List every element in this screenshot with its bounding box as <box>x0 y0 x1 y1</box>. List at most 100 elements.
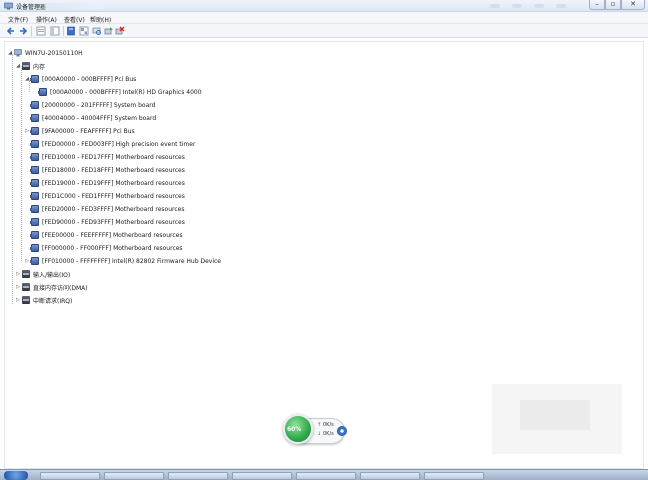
menu-file[interactable]: 文件(F) <box>8 15 28 24</box>
device-manager-icon <box>4 2 13 10</box>
expand-arrow-icon[interactable]: ▷ <box>15 297 21 303</box>
tree-item[interactable]: [FED20000 - FED3FFFF] Motherboard resour… <box>30 204 185 214</box>
dma-icon <box>22 283 30 291</box>
toolbar <box>0 24 648 38</box>
expand-arrow-icon[interactable]: ▷ <box>15 271 21 277</box>
download-speed: 0K/s <box>323 431 334 437</box>
close-icon: ✕ <box>630 0 636 8</box>
minimize-button[interactable]: – <box>589 0 605 10</box>
tree-item-label: [40004000 - 40004FFF] System board <box>42 114 157 122</box>
forward-arrow-icon[interactable] <box>18 26 28 36</box>
device-icon <box>30 166 39 174</box>
grid-view-icon[interactable] <box>79 26 89 36</box>
menu-help[interactable]: 帮助(H) <box>90 15 111 24</box>
computer-icon <box>14 49 22 57</box>
tree-item[interactable]: [FED18000 - FED18FFF] Motherboard resour… <box>30 165 185 175</box>
title-blur <box>44 3 104 9</box>
tree-item-label: [000A0000 - 000BFFFF] Intel(R) HD Graphi… <box>50 88 202 96</box>
tree-guide <box>12 54 13 304</box>
collapse-arrow-icon[interactable]: ◢ <box>15 63 21 69</box>
device-icon <box>30 101 39 109</box>
title-decor <box>534 4 544 8</box>
menu-action[interactable]: 操作(A) <box>36 15 57 24</box>
menu-view[interactable]: 查看(V) <box>64 15 85 24</box>
download-arrow-icon: ↓ <box>317 431 322 437</box>
toolbar-separator <box>31 26 32 36</box>
memory-icon <box>22 62 30 70</box>
minimize-icon: – <box>595 0 599 8</box>
device-icon <box>30 153 39 161</box>
uninstall-icon[interactable] <box>115 26 125 36</box>
maximize-button[interactable]: ▫ <box>605 0 621 10</box>
tree-item-label: [9FA00000 - FEAFFFFF] Pci Bus <box>42 127 135 135</box>
tree-item-label: [FF000000 - FF000FFF] Motherboard resour… <box>42 244 183 252</box>
taskbar-button[interactable] <box>104 472 164 480</box>
tree-item[interactable]: [FEE00000 - FEEFFFFF] Motherboard resour… <box>30 230 183 240</box>
tree-item-label: [FEE00000 - FEEFFFFF] Motherboard resour… <box>42 231 183 239</box>
tree-item-label: [FED20000 - FED3FFFF] Motherboard resour… <box>42 205 185 213</box>
blurred-region <box>520 400 590 430</box>
toolbar-separator <box>63 26 64 36</box>
device-icon <box>30 257 39 265</box>
tree-item-label: [FED1C000 - FED1FFFF] Motherboard resour… <box>42 192 185 200</box>
scan-hardware-icon[interactable] <box>92 26 102 36</box>
taskbar-button[interactable] <box>40 472 100 480</box>
menu-bar: 文件(F) 操作(A) 查看(V) 帮助(H) <box>0 12 648 24</box>
taskbar-button[interactable] <box>296 472 356 480</box>
device-icon <box>30 205 39 213</box>
tree-item-label: [FED18000 - FED18FFF] Motherboard resour… <box>42 166 185 174</box>
tree-node-io[interactable]: ▷ 输入/输出(IO) <box>15 269 70 279</box>
tree-item[interactable]: ◢ [000A0000 - 000BFFFF] Pci Bus <box>24 74 136 84</box>
window-title: 设备管理器 <box>16 4 47 11</box>
upload-arrow-icon: ↑ <box>317 422 322 428</box>
irq-icon <box>22 296 30 304</box>
tree-item-label: [FED19000 - FED19FFF] Motherboard resour… <box>42 179 185 187</box>
device-icon <box>30 75 39 83</box>
title-decor <box>556 4 566 8</box>
start-button[interactable] <box>4 471 28 480</box>
close-button[interactable]: ✕ <box>621 0 645 10</box>
tree-item[interactable]: [FED10000 - FED17FFF] Motherboard resour… <box>30 152 185 162</box>
tree-node-label: 内存 <box>33 63 46 71</box>
taskbar-button[interactable] <box>232 472 292 480</box>
tree-node-label: 直接内存访问(DMA) <box>33 284 88 292</box>
tree-node-irq[interactable]: ▷ 中断请求(IRQ) <box>15 295 72 305</box>
device-icon <box>30 179 39 187</box>
tree-item[interactable]: [FF000000 - FF000FFF] Motherboard resour… <box>30 243 183 253</box>
back-arrow-icon[interactable] <box>6 26 16 36</box>
title-bar: 设备管理器 – ▫ ✕ <box>0 0 648 12</box>
device-icon <box>30 244 39 252</box>
maximize-icon: ▫ <box>610 0 616 8</box>
tree-item[interactable]: [FED19000 - FED19FFF] Motherboard resour… <box>30 178 185 188</box>
tree-item[interactable]: [20000000 - 201FFFFF] System board <box>30 100 155 110</box>
taskbar-button[interactable] <box>360 472 420 480</box>
tree-item[interactable]: [40004000 - 40004FFF] System board <box>30 113 157 123</box>
tree-root[interactable]: ◢ WIN7U-20150110H <box>7 48 83 58</box>
taskbar-button[interactable] <box>168 472 228 480</box>
tree-item[interactable]: ▷ [9FA00000 - FEAFFFFF] Pci Bus <box>24 126 135 136</box>
tree-item[interactable]: [000A0000 - 000BFFFF] Intel(R) HD Graphi… <box>38 87 202 97</box>
collapse-arrow-icon[interactable]: ◢ <box>7 50 13 56</box>
taskbar <box>0 469 648 480</box>
device-icon <box>30 140 39 148</box>
tree-node-dma[interactable]: ▷ 直接内存访问(DMA) <box>15 282 88 292</box>
update-driver-icon[interactable] <box>104 26 114 36</box>
device-icon <box>30 114 39 122</box>
widget-settings-icon[interactable] <box>337 426 347 436</box>
device-icon <box>30 192 39 200</box>
list-view-icon[interactable] <box>50 26 60 36</box>
tree-item[interactable]: [FED1C000 - FED1FFFF] Motherboard resour… <box>30 191 185 201</box>
properties-view-icon[interactable] <box>36 26 46 36</box>
tree-item-label: [FED90000 - FED93FFF] Motherboard resour… <box>42 218 185 226</box>
tree-item[interactable]: [FED90000 - FED93FFF] Motherboard resour… <box>30 217 185 227</box>
expand-arrow-icon[interactable]: ▷ <box>15 284 21 290</box>
network-speed-widget[interactable]: 60% ↑ 0K/s ↓ 0K/s <box>283 414 347 450</box>
help-book-icon[interactable] <box>66 26 76 36</box>
device-icon <box>30 218 39 226</box>
tree-item[interactable]: [FED00000 - FED003FF] High precision eve… <box>30 139 195 149</box>
tree-root-label: WIN7U-20150110H <box>25 49 83 57</box>
taskbar-button[interactable] <box>424 472 484 480</box>
tree-node-memory[interactable]: ◢ 内存 <box>15 61 45 71</box>
tree-item-label: [000A0000 - 000BFFFF] Pci Bus <box>42 75 137 83</box>
tree-item[interactable]: ▷ [FF010000 - FFFFFFFF] Intel(R) 82802 F… <box>24 256 221 266</box>
